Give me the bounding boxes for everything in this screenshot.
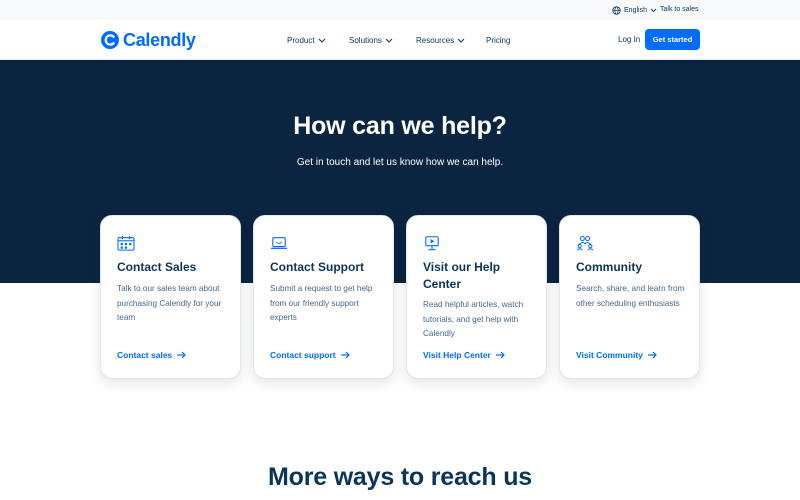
- card-title: Contact Sales: [117, 260, 197, 274]
- nav-pricing[interactable]: Pricing: [486, 33, 510, 47]
- visit-help-center-link[interactable]: Visit Help Center: [423, 349, 505, 361]
- nav-product-label: Product: [287, 35, 315, 45]
- get-started-button[interactable]: Get started: [645, 29, 700, 50]
- nav-pricing-label: Pricing: [486, 35, 511, 45]
- language-label: English: [624, 6, 647, 14]
- visit-community-link[interactable]: Visit Community: [576, 349, 657, 361]
- nav-resources[interactable]: Resources: [416, 33, 465, 47]
- card-contact-support[interactable]: Contact Support Submit a request to get …: [253, 215, 394, 379]
- utility-bar: English Talk to sales: [0, 0, 800, 20]
- laptop-icon: [271, 237, 287, 249]
- card-description: Search, share, and learn from other sche…: [576, 284, 685, 308]
- card-link-label: Visit Community: [576, 350, 643, 360]
- card-title: Community: [576, 260, 642, 274]
- login-link[interactable]: Log In: [618, 33, 640, 47]
- contact-support-link[interactable]: Contact support: [270, 349, 350, 361]
- card-title: Contact Support: [270, 260, 364, 274]
- chevron-down-icon: [385, 38, 393, 43]
- card-description: Submit a request to get help from our fr…: [270, 284, 373, 322]
- arrow-right-icon: [177, 351, 187, 359]
- arrow-right-icon: [340, 351, 350, 359]
- contact-sales-link[interactable]: Contact sales: [117, 349, 187, 361]
- hero-subtitle: Get in touch and let us know how we can …: [296, 157, 504, 168]
- nav-resources-label: Resources: [416, 35, 455, 45]
- arrow-right-icon: [495, 351, 505, 359]
- calendly-logo-icon: [101, 31, 119, 49]
- chevron-down-icon: [457, 38, 465, 43]
- card-description: Read helpful articles, watch tutorials, …: [423, 300, 524, 338]
- card-link-label: Contact sales: [117, 350, 173, 360]
- hero-title: How can we help?: [293, 112, 507, 140]
- card-link-label: Visit Help Center: [423, 350, 491, 360]
- language-selector[interactable]: English: [612, 4, 657, 16]
- chevron-down-icon: [318, 38, 325, 43]
- card-community[interactable]: Community Search, share, and learn from …: [559, 215, 700, 379]
- community-people-icon: [576, 236, 594, 251]
- nav-product[interactable]: Product: [287, 33, 326, 47]
- calendly-logo[interactable]: Calendly: [100, 29, 196, 51]
- nav-solutions[interactable]: Solutions: [349, 33, 393, 47]
- arrow-right-icon: [647, 351, 657, 359]
- logo-text: Calendly: [123, 29, 196, 50]
- chevron-down-icon: [650, 8, 657, 12]
- more-ways-heading: More ways to reach us: [268, 463, 532, 491]
- card-link-label: Contact support: [270, 350, 336, 360]
- card-title: Visit our Help Center: [423, 260, 501, 291]
- talk-to-sales-link[interactable]: Talk to sales: [660, 4, 699, 16]
- calendar-grid-icon: [117, 235, 135, 251]
- card-contact-sales[interactable]: Contact Sales Talk to our sales team abo…: [100, 215, 241, 379]
- main-header: Calendly Product Solutions Resources Pri…: [0, 20, 800, 60]
- nav-solutions-label: Solutions: [349, 35, 382, 45]
- globe-icon: [612, 5, 621, 15]
- card-help-center[interactable]: Visit our Help Center Read helpful artic…: [406, 215, 547, 379]
- presentation-board-icon: [425, 236, 439, 251]
- card-description: Talk to our sales team about purchasing …: [117, 284, 222, 322]
